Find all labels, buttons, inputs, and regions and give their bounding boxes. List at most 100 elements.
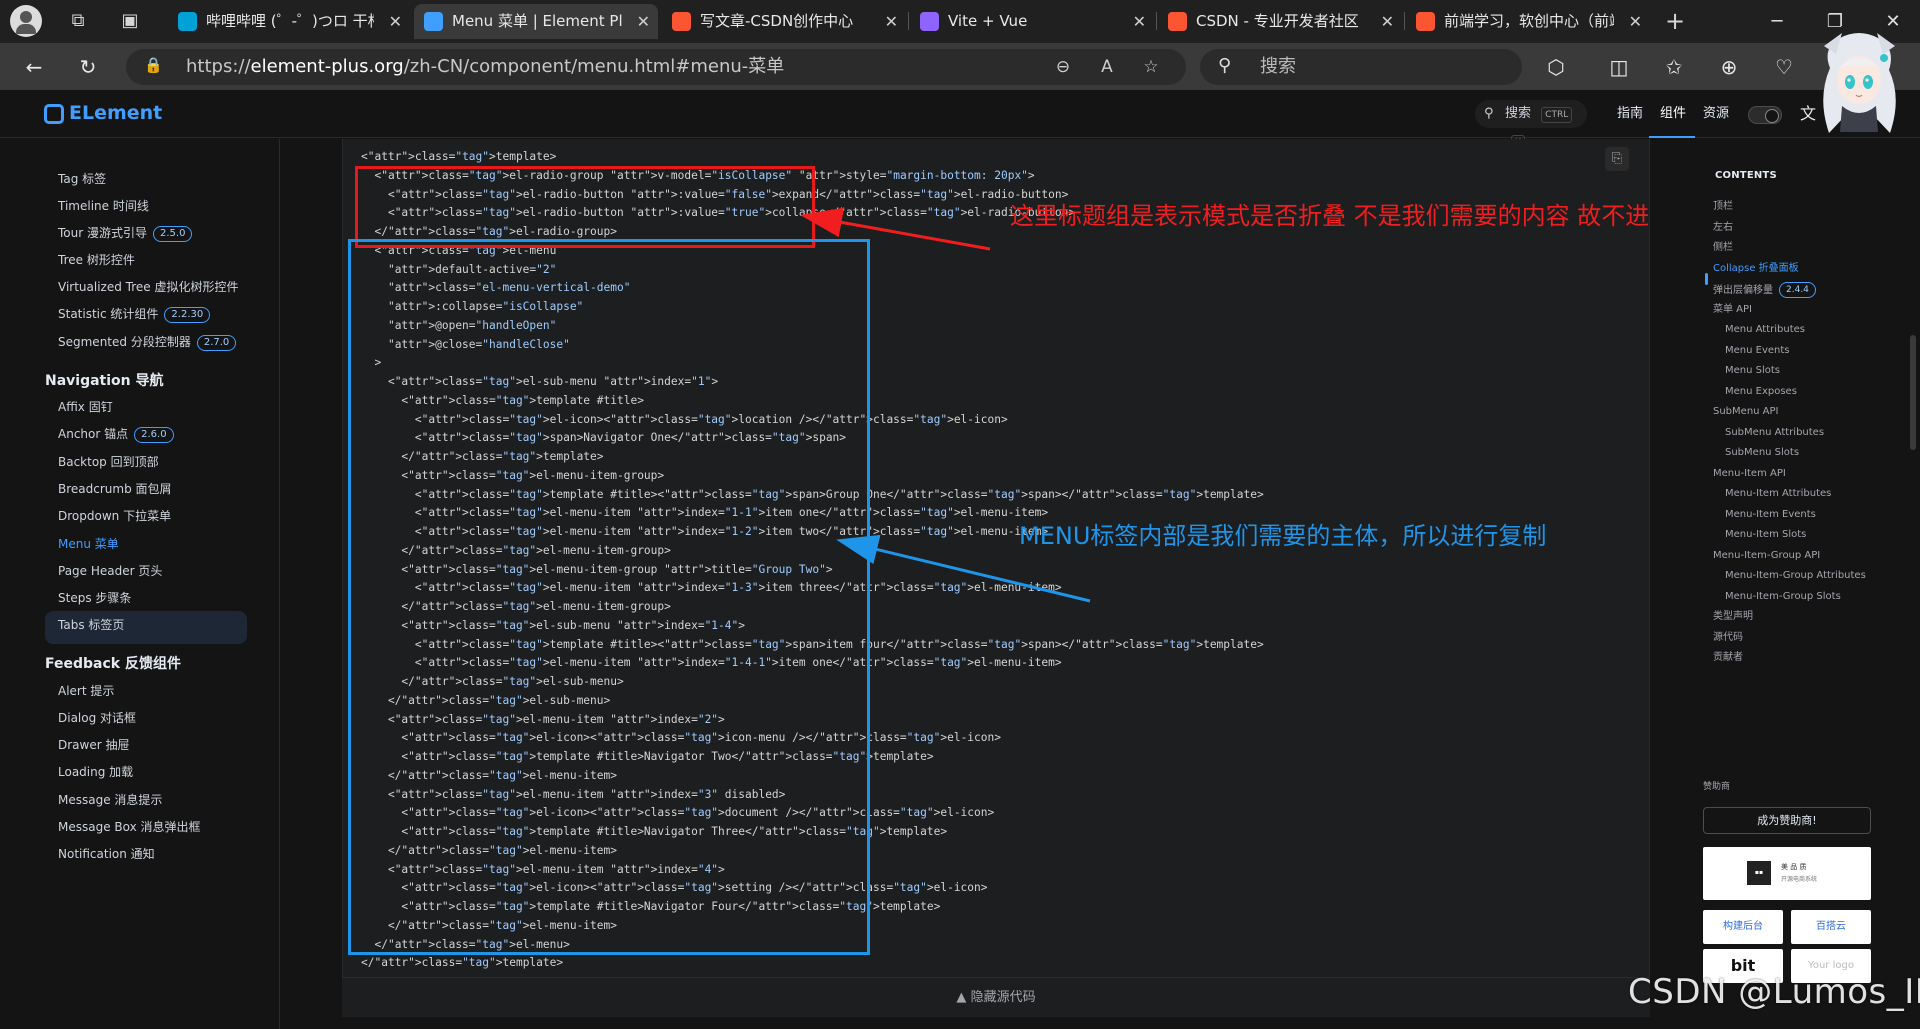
sidebar-item[interactable]: Backtop 回到顶部 — [58, 452, 159, 472]
toc-item[interactable]: Menu Attributes — [1725, 323, 1805, 337]
sidebar-item[interactable]: Notification 通知 — [58, 844, 155, 864]
toc-item-label: SubMenu Slots — [1725, 447, 1800, 458]
sidebar-item[interactable]: Message Box 消息弹出框 — [58, 817, 201, 837]
toc-item[interactable]: Menu-Item API — [1713, 467, 1786, 481]
toc-item[interactable]: Menu-Item-Group Slots — [1725, 590, 1841, 604]
close-tab-icon[interactable]: ✕ — [1133, 4, 1146, 39]
close-tab-icon[interactable]: ✕ — [885, 4, 898, 39]
close-tab-icon[interactable]: ✕ — [389, 4, 402, 39]
workspaces-icon[interactable]: ⧉ — [63, 6, 93, 36]
toc-item[interactable]: Menu-Item Attributes — [1725, 487, 1831, 501]
sidebar-item[interactable]: Drawer 抽屉 — [58, 735, 129, 755]
page-scrollbar[interactable] — [1910, 335, 1916, 450]
browser-tab[interactable]: Menu 菜单 | Element Plus ✕ — [414, 4, 658, 39]
split-screen-icon[interactable]: ◫ — [1603, 51, 1635, 83]
sidebar-item-label: Backtop 回到顶部 — [58, 455, 159, 469]
red-highlight-box — [355, 166, 815, 248]
toc-item[interactable]: 弹出层偏移量 2.4.4 — [1713, 282, 1816, 298]
toc-item[interactable]: SubMenu API — [1713, 405, 1779, 419]
new-tab-icon[interactable]: + — [1660, 6, 1690, 36]
toc-item[interactable]: SubMenu Attributes — [1725, 426, 1824, 440]
toc-item[interactable]: 左右 — [1713, 221, 1733, 235]
sidebar-item[interactable]: Virtualized Tree 虚拟化树形控件 — [58, 277, 238, 297]
close-tab-icon[interactable]: ✕ — [1629, 4, 1642, 39]
sidebar-item[interactable]: Alert 提示 — [58, 681, 114, 701]
back-icon[interactable]: ← — [18, 51, 50, 83]
sidebar-item[interactable]: Menu 菜单 — [58, 534, 119, 554]
favorite-star-icon[interactable]: ☆ — [1136, 52, 1166, 82]
toc-item[interactable]: Collapse 折叠面板 — [1713, 262, 1799, 276]
browser-tab[interactable]: 写文章-CSDN创作中心 ✕ — [662, 4, 906, 39]
browser-search-box[interactable]: ⚲ 搜索 — [1200, 49, 1522, 85]
browser-tab[interactable]: 前端学习，软创中心（前端 ✕ — [1406, 4, 1650, 39]
sidebar-item-label: Drawer 抽屉 — [58, 738, 130, 752]
sidebar-item[interactable]: Breadcrumb 面包屑 — [58, 479, 172, 499]
performance-icon[interactable]: ♡ — [1768, 51, 1800, 83]
favorites-icon[interactable]: ✩ — [1658, 51, 1690, 83]
sidebar-item[interactable]: Affix 固钉 — [58, 397, 113, 417]
sidebar-item[interactable]: Anchor 锚点 2.6.0 — [58, 424, 174, 444]
toc-item[interactable]: 顶栏 — [1713, 200, 1733, 214]
extensions-icon[interactable]: ⬡ — [1540, 51, 1572, 83]
toc-item[interactable]: Menu-Item Slots — [1725, 528, 1806, 542]
read-aloud-icon[interactable]: A — [1092, 52, 1122, 82]
toc-item[interactable]: Menu-Item-Group Attributes — [1725, 569, 1866, 583]
toc-item[interactable]: Menu-Item Events — [1725, 508, 1816, 522]
docs-search-label: 搜索 — [1505, 106, 1532, 121]
version-badge: 2.5.0 — [153, 225, 193, 242]
nav-resource[interactable]: 资源 — [1703, 90, 1729, 138]
become-sponsor-button[interactable]: 成为赞助商! — [1703, 807, 1871, 834]
sponsor-small-1[interactable]: 构建后台 — [1703, 910, 1783, 944]
toc-item[interactable]: 类型声明 — [1713, 610, 1753, 624]
sidebar-item[interactable]: Dialog 对话框 — [58, 708, 136, 728]
tab-actions-icon[interactable]: ▣ — [115, 6, 145, 36]
toc-item[interactable]: Menu Events — [1725, 344, 1790, 358]
sidebar-item[interactable]: Tree 树形控件 — [58, 250, 135, 270]
zoom-icon[interactable]: ⊖ — [1048, 52, 1078, 82]
profile-icon[interactable] — [10, 5, 42, 37]
dark-mode-toggle[interactable] — [1748, 106, 1782, 124]
tab-title: 前端学习，软创中心（前端 — [1444, 12, 1614, 30]
sidebar-item[interactable]: Steps 步骤条 — [58, 588, 131, 608]
copy-code-icon[interactable]: ⎘ — [1605, 147, 1629, 171]
browser-tab[interactable]: Vite + Vue ✕ — [910, 4, 1154, 39]
element-plus-logo[interactable]: ELement — [44, 102, 162, 124]
sidebar-item[interactable]: Tabs 标签页 — [58, 615, 124, 635]
toc-item[interactable]: 侧栏 — [1713, 241, 1733, 255]
toc-item[interactable]: SubMenu Slots — [1725, 446, 1799, 460]
toc-item[interactable]: 贡献者 — [1713, 651, 1743, 665]
sidebar-item[interactable]: Timeline 时间线 — [58, 196, 149, 216]
close-tab-icon[interactable]: ✕ — [637, 4, 650, 39]
toc-item[interactable]: 菜单 API — [1713, 303, 1752, 317]
nav-guide[interactable]: 指南 — [1617, 90, 1643, 138]
toc-item[interactable]: Menu Exposes — [1725, 385, 1797, 399]
toc-item[interactable]: Menu-Item-Group API — [1713, 549, 1820, 563]
sponsor-card[interactable]: ▪▪ 美 品 质 开源电商系统 — [1703, 847, 1871, 900]
toc-item-label: Menu Events — [1725, 345, 1790, 356]
sidebar-item[interactable]: Tag 标签 — [58, 169, 106, 189]
toc-item[interactable]: Menu Slots — [1725, 364, 1780, 378]
sidebar-item-label: Alert 提示 — [58, 684, 115, 698]
sidebar-item[interactable]: Page Header 页头 — [58, 561, 162, 581]
minimize-icon[interactable]: ─ — [1748, 0, 1806, 43]
sidebar-item[interactable]: Tour 漫游式引导 2.5.0 — [58, 223, 193, 243]
refresh-icon[interactable]: ↻ — [72, 51, 104, 83]
sidebar-item[interactable]: Statistic 统计组件 2.2.30 — [58, 304, 211, 324]
browser-tab[interactable]: CSDN - 专业开发者社区 ✕ — [1158, 4, 1402, 39]
collections-icon[interactable]: ⊕ — [1713, 51, 1745, 83]
toc-item-label: Menu Exposes — [1725, 386, 1797, 397]
docs-search-button[interactable]: ⚲ 搜索 CTRLK — [1475, 100, 1587, 151]
address-bar[interactable]: 🔒 https://element-plus.org/zh-CN/compone… — [126, 49, 1186, 85]
hide-source-button[interactable]: ▲ 隐藏源代码 — [342, 977, 1650, 1017]
sidebar-item[interactable]: Message 消息提示 — [58, 790, 162, 810]
toc-item[interactable]: 源代码 — [1713, 631, 1743, 645]
component-sidebar: Tag 标签 Timeline 时间线 Tour 漫游式引导 2.5.0 Tree 树形… — [0, 139, 280, 1029]
close-tab-icon[interactable]: ✕ — [1381, 4, 1394, 39]
tab-title: CSDN - 专业开发者社区 — [1196, 12, 1359, 30]
sidebar-item[interactable]: Loading 加载 — [58, 762, 133, 782]
nav-component[interactable]: 组件 — [1660, 90, 1686, 138]
sidebar-item[interactable]: Dropdown 下拉菜单 — [58, 506, 171, 526]
browser-tab[interactable]: 哔哩哔哩 (゜-゜)つロ 干杯 ✕ — [168, 4, 410, 39]
sponsor-small-2[interactable]: 百搭云 — [1791, 910, 1871, 944]
sidebar-item[interactable]: Segmented 分段控制器 2.7.0 — [58, 332, 237, 352]
